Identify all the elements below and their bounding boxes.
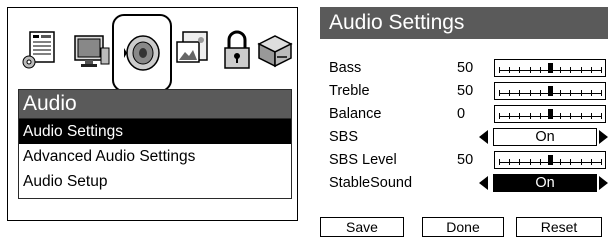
bass-slider[interactable] (494, 59, 606, 77)
slider-tick (591, 159, 592, 165)
setting-label: SBS (329, 129, 359, 145)
save-button[interactable]: Save (320, 217, 404, 237)
slider-tick (519, 159, 520, 165)
slider-tick (581, 90, 582, 96)
picture-settings-icon[interactable] (18, 16, 64, 86)
slider-tick (601, 67, 602, 73)
arrow-left-icon[interactable] (479, 176, 488, 190)
menu-item-audio-settings[interactable]: Audio Settings (19, 119, 291, 144)
slider-tick (499, 159, 500, 165)
photo-viewer-glyph (176, 31, 208, 63)
slider-tick (550, 159, 551, 165)
setup-box-icon[interactable] (252, 16, 298, 86)
main-menu-panel: Audio Audio Settings Advanced Audio Sett… (7, 7, 298, 221)
slider-tick (560, 159, 561, 165)
setting-value: 50 (457, 60, 474, 76)
slider-tick (499, 90, 500, 96)
slider-tick (519, 113, 520, 119)
slider-tick (581, 113, 582, 119)
slider-tick (570, 90, 571, 96)
display-settings-glyph (74, 35, 110, 67)
setting-value: 50 (457, 152, 474, 168)
sbs-selector-value[interactable]: On (493, 128, 597, 146)
audio-speaker-icon[interactable] (112, 14, 172, 92)
slider-tick (499, 67, 500, 73)
setting-row-bass: Bass 50 (329, 58, 608, 78)
slider-tick (570, 113, 571, 119)
arrow-right-icon[interactable] (599, 176, 608, 190)
slider-tick (530, 90, 531, 96)
arrow-left-icon[interactable] (479, 130, 488, 144)
slider-tick (601, 113, 602, 119)
setting-row-balance: Balance 0 (329, 104, 608, 124)
setup-box-glyph (257, 35, 293, 68)
slider-tick (530, 159, 531, 165)
slider-tick (570, 67, 571, 73)
slider-tick (560, 67, 561, 73)
slider-tick (591, 67, 592, 73)
menu-title: Audio (18, 89, 292, 119)
stablesound-selector[interactable]: On (479, 174, 609, 192)
slider-tick (509, 90, 510, 96)
button-bar: Save Done Reset (320, 217, 608, 238)
setting-row-treble: Treble 50 (329, 81, 608, 101)
reset-button[interactable]: Reset (516, 217, 602, 237)
setting-row-sbs: SBS On (329, 127, 608, 147)
slider-tick (601, 159, 602, 165)
setting-label: Bass (329, 60, 362, 76)
setting-row-sbs-level: SBS Level 50 (329, 150, 608, 170)
slider-tick (550, 67, 551, 73)
slider-tick (499, 113, 500, 119)
slider-tick (560, 113, 561, 119)
slider-tick (519, 67, 520, 73)
slider-tick (540, 67, 541, 73)
setting-row-stablesound: StableSound On (329, 173, 608, 193)
setting-label: Treble (329, 83, 370, 99)
audio-menu: Audio Audio Settings Advanced Audio Sett… (18, 89, 292, 199)
slider-tick (530, 113, 531, 119)
treble-slider[interactable] (494, 82, 606, 100)
display-settings-icon[interactable] (68, 16, 114, 86)
slider-tick (591, 90, 592, 96)
setting-label: Balance (329, 106, 382, 122)
slider-tick (509, 113, 510, 119)
slider-tick (519, 90, 520, 96)
slider-tick (540, 90, 541, 96)
setting-label: StableSound (329, 175, 413, 191)
audio-settings-panel: Audio Settings Bass 50 Treble 50 Balance… (320, 7, 608, 240)
slider-tick (509, 159, 510, 165)
stablesound-selector-value[interactable]: On (493, 174, 597, 192)
lock-glyph (224, 30, 250, 69)
slider-tick (581, 67, 582, 73)
slider-tick (550, 90, 551, 96)
sbs-selector[interactable]: On (479, 128, 609, 146)
menu-item-audio-setup[interactable]: Audio Setup (19, 169, 291, 194)
arrow-right-icon[interactable] (599, 130, 608, 144)
setting-value: 0 (457, 106, 466, 122)
done-button[interactable]: Done (422, 217, 504, 237)
sbs-level-slider[interactable] (494, 151, 606, 169)
photo-viewer-icon[interactable] (170, 16, 216, 86)
slider-tick (550, 113, 551, 119)
balance-slider[interactable] (494, 105, 606, 123)
slider-tick (530, 67, 531, 73)
category-icon-row (8, 12, 298, 92)
panel-title: Audio Settings (320, 7, 608, 39)
menu-item-advanced-audio-settings[interactable]: Advanced Audio Settings (19, 144, 291, 169)
setting-value: 50 (457, 83, 474, 99)
slider-tick (509, 67, 510, 73)
audio-speaker-glyph (124, 35, 160, 71)
slider-tick (540, 159, 541, 165)
slider-tick (560, 90, 561, 96)
slider-tick (591, 113, 592, 119)
slider-tick (540, 113, 541, 119)
picture-settings-glyph (22, 31, 55, 69)
slider-tick (601, 90, 602, 96)
slider-tick (570, 159, 571, 165)
menu-list: Audio Settings Advanced Audio Settings A… (18, 119, 292, 199)
setting-label: SBS Level (329, 152, 397, 168)
slider-tick (581, 159, 582, 165)
